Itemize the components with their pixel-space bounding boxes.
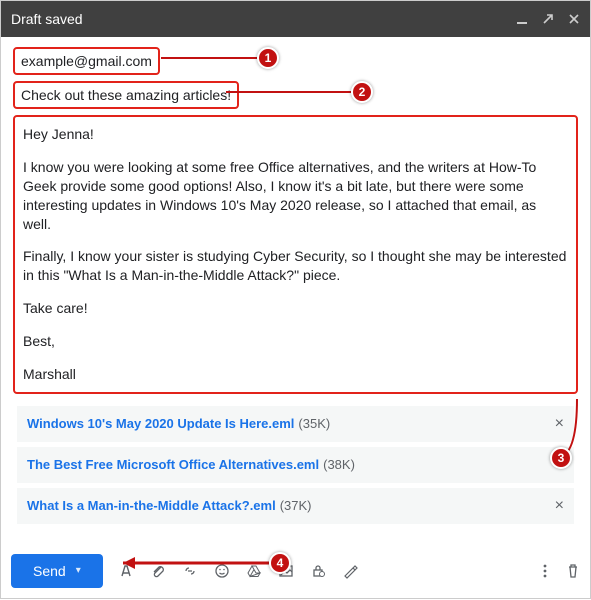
insert-signature-icon[interactable] xyxy=(341,562,359,580)
remove-attachment-icon[interactable]: × xyxy=(555,415,564,433)
attachment-size: (35K) xyxy=(298,416,330,431)
discard-draft-icon[interactable] xyxy=(566,563,580,579)
send-more-chevron-icon[interactable]: ▾ xyxy=(76,565,81,576)
confidential-mode-icon[interactable] xyxy=(309,562,327,580)
subject-field[interactable]: Check out these amazing articles! xyxy=(13,81,239,109)
callout-1: 1 xyxy=(257,47,279,69)
compose-body: example@gmail.com Check out these amazin… xyxy=(1,37,590,548)
attachment-size: (37K) xyxy=(280,498,312,513)
body-paragraph: Take care! xyxy=(23,299,568,318)
body-paragraph: Best, xyxy=(23,332,568,351)
insert-link-icon[interactable] xyxy=(181,562,199,580)
compose-header: Draft saved xyxy=(1,1,590,37)
callout-4: 4 xyxy=(269,552,291,574)
insert-emoji-icon[interactable] xyxy=(213,562,231,580)
attach-file-icon[interactable] xyxy=(149,562,167,580)
attachments-list: Windows 10's May 2020 Update Is Here.eml… xyxy=(17,406,574,524)
attachment-item[interactable]: What Is a Man-in-the-Middle Attack?.eml … xyxy=(17,488,574,524)
send-button[interactable]: Send ▾ xyxy=(11,554,103,588)
header-title: Draft saved xyxy=(11,11,516,27)
body-paragraph: I know you were looking at some free Off… xyxy=(23,158,568,234)
attachment-name: The Best Free Microsoft Office Alternati… xyxy=(27,457,319,472)
body-paragraph: Hey Jenna! xyxy=(23,125,568,144)
send-button-label: Send xyxy=(33,563,66,579)
window-controls xyxy=(516,13,580,25)
footer-right xyxy=(538,563,580,579)
recipient-chip[interactable]: example@gmail.com xyxy=(21,53,152,69)
message-body[interactable]: Hey Jenna! I know you were looking at so… xyxy=(13,115,578,394)
remove-attachment-icon[interactable]: × xyxy=(555,497,564,515)
minimize-icon[interactable] xyxy=(516,13,528,25)
popout-icon[interactable] xyxy=(542,13,554,25)
formatting-toolbar xyxy=(117,562,359,580)
body-paragraph: Finally, I know your sister is studying … xyxy=(23,247,568,285)
compose-footer: Send ▾ xyxy=(1,548,590,598)
more-options-icon[interactable] xyxy=(538,563,552,579)
close-icon[interactable] xyxy=(568,13,580,25)
attachment-name: Windows 10's May 2020 Update Is Here.eml xyxy=(27,416,294,431)
attachment-name: What Is a Man-in-the-Middle Attack?.eml xyxy=(27,498,276,513)
formatting-icon[interactable] xyxy=(117,562,135,580)
subject-text: Check out these amazing articles! xyxy=(21,87,231,103)
body-paragraph: Marshall xyxy=(23,365,568,384)
callout-3: 3 xyxy=(550,447,572,469)
to-field[interactable]: example@gmail.com xyxy=(13,47,160,75)
attachment-size: (38K) xyxy=(323,457,355,472)
attachment-item[interactable]: Windows 10's May 2020 Update Is Here.eml… xyxy=(17,406,574,442)
callout-2: 2 xyxy=(351,81,373,103)
insert-drive-icon[interactable] xyxy=(245,562,263,580)
attachment-item[interactable]: The Best Free Microsoft Office Alternati… xyxy=(17,447,574,483)
